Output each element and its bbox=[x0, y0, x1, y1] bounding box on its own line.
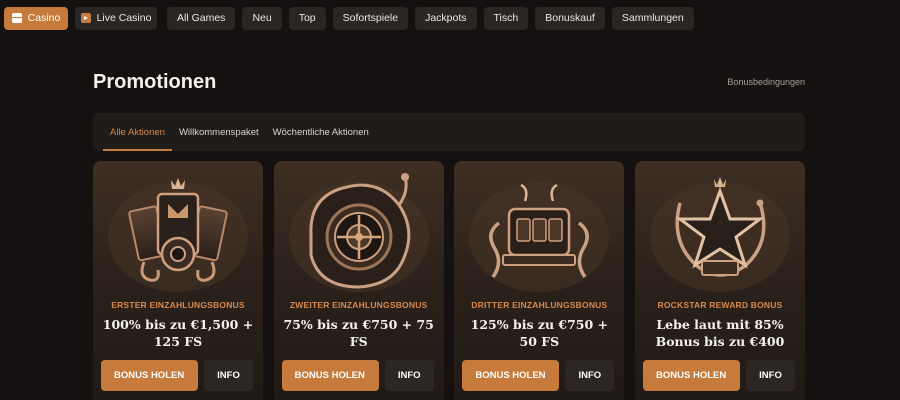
nav-instant-games-button[interactable]: Sofortspiele bbox=[332, 6, 409, 30]
card-title: ZWEITER EINZAHLUNGSBONUS bbox=[289, 300, 428, 310]
nav-live-casino-button[interactable]: Live Casino bbox=[75, 6, 157, 30]
top-navigation: Casino Live Casino All Games Neu Top Sof… bbox=[4, 6, 900, 30]
card-offer: Lebe laut mit 85% Bonus bis zu €400 bbox=[655, 317, 785, 349]
get-bonus-button[interactable]: BONUS HOLEN bbox=[643, 360, 741, 391]
tab-welcome-package[interactable]: Willkommenspaket bbox=[172, 113, 266, 151]
tab-weekly-promotions[interactable]: Wöchentliche Aktionen bbox=[266, 113, 376, 151]
card-title: ROCKSTAR REWARD BONUS bbox=[657, 300, 783, 310]
slot-machine-icon bbox=[469, 182, 610, 292]
card-title: ERSTER EINZAHLUNGSBONUS bbox=[111, 300, 245, 310]
play-icon bbox=[80, 13, 91, 23]
card-offer: 100% bis zu €1,500 + 125 FS bbox=[102, 317, 254, 349]
nav-top-button[interactable]: Top bbox=[288, 6, 326, 30]
info-button[interactable]: INFO bbox=[204, 360, 253, 391]
promo-card: ROCKSTAR REWARD BONUS Lebe laut mit 85% … bbox=[635, 161, 805, 400]
nav-casino-button[interactable]: Casino bbox=[4, 6, 68, 30]
info-button[interactable]: INFO bbox=[565, 360, 615, 391]
bonus-terms-link[interactable]: Bonusbedingungen bbox=[727, 77, 805, 87]
card-title: DRITTER EINZAHLUNGSBONUS bbox=[471, 300, 608, 310]
nav-table-button[interactable]: Tisch bbox=[483, 6, 529, 30]
page-title: Promotionen bbox=[93, 71, 217, 93]
star-snake-icon bbox=[650, 177, 791, 292]
nav-label: Tisch bbox=[493, 12, 519, 24]
promotion-tabs: Alle Aktionen Willkommenspaket Wöchentli… bbox=[93, 113, 805, 151]
card-offer: 125% bis zu €750 + 50 FS bbox=[470, 317, 609, 349]
nav-label: Sofortspiele bbox=[342, 12, 399, 24]
nav-label: Live Casino bbox=[96, 12, 152, 24]
nav-label: Bonuskauf bbox=[545, 12, 595, 24]
tab-all-promotions[interactable]: Alle Aktionen bbox=[103, 113, 172, 151]
nav-label: All Games bbox=[177, 12, 226, 24]
get-bonus-button[interactable]: BONUS HOLEN bbox=[462, 360, 560, 391]
info-button[interactable]: INFO bbox=[746, 360, 796, 391]
nav-new-button[interactable]: Neu bbox=[242, 6, 282, 30]
nav-label: Top bbox=[298, 12, 316, 24]
nav-label: Sammlungen bbox=[621, 12, 684, 24]
cards-crown-icon bbox=[108, 178, 248, 292]
nav-collections-button[interactable]: Sammlungen bbox=[611, 6, 694, 30]
promo-card: ERSTER EINZAHLUNGSBONUS 100% bis zu €1,5… bbox=[93, 161, 263, 400]
nav-label: Casino bbox=[27, 12, 61, 24]
card-offer: 75% bis zu €750 + 75 FS bbox=[283, 317, 434, 349]
chest-icon bbox=[11, 13, 22, 23]
nav-jackpots-button[interactable]: Jackpots bbox=[415, 6, 477, 30]
nav-label: Jackpots bbox=[425, 12, 467, 24]
roulette-snake-icon bbox=[288, 173, 429, 292]
promo-card: ZWEITER EINZAHLUNGSBONUS 75% bis zu €750… bbox=[273, 161, 444, 400]
nav-bonus-buy-button[interactable]: Bonuskauf bbox=[535, 6, 605, 30]
get-bonus-button[interactable]: BONUS HOLEN bbox=[101, 360, 198, 391]
info-button[interactable]: INFO bbox=[384, 360, 434, 391]
promotion-cards: ERSTER EINZAHLUNGSBONUS 100% bis zu €1,5… bbox=[93, 161, 805, 400]
nav-all-games-button[interactable]: All Games bbox=[167, 6, 236, 30]
get-bonus-button[interactable]: BONUS HOLEN bbox=[281, 360, 379, 391]
nav-label: Neu bbox=[252, 12, 272, 24]
promo-card: DRITTER EINZAHLUNGSBONUS 125% bis zu €75… bbox=[454, 161, 625, 400]
